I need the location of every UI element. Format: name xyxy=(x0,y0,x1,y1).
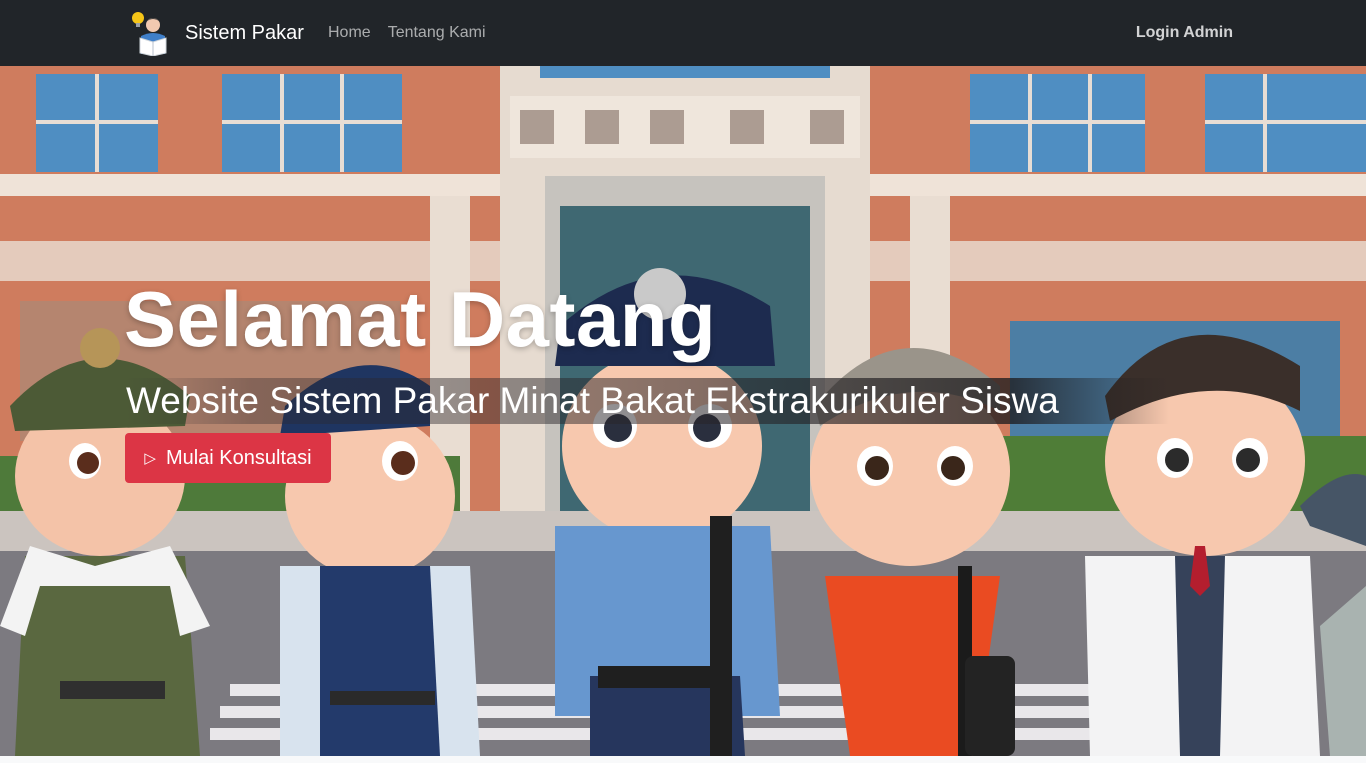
brand-title: Sistem Pakar xyxy=(185,22,304,44)
nav-link-tentang-kami[interactable]: Tentang Kami xyxy=(388,23,486,43)
hero-subtitle: Website Sistem Pakar Minat Bakat Ekstrak… xyxy=(124,378,1169,424)
nav-links: Home Tentang Kami xyxy=(328,23,486,43)
hero-banner: Selamat Datang Website Sistem Pakar Mina… xyxy=(0,66,1366,756)
brand-link[interactable]: Sistem Pakar xyxy=(130,10,304,56)
top-navbar: Sistem Pakar Home Tentang Kami Login Adm… xyxy=(0,0,1366,66)
page-bottom-strip xyxy=(0,756,1366,763)
login-admin-link[interactable]: Login Admin xyxy=(1136,23,1233,43)
cta-label: Mulai Konsultasi xyxy=(165,446,312,469)
reading-student-icon xyxy=(132,12,167,56)
mulai-konsultasi-button[interactable]: ▷ Mulai Konsultasi xyxy=(125,433,331,483)
hero-title: Selamat Datang xyxy=(124,275,717,363)
nav-link-home[interactable]: Home xyxy=(328,23,371,43)
play-outline-icon: ▷ xyxy=(144,449,156,467)
